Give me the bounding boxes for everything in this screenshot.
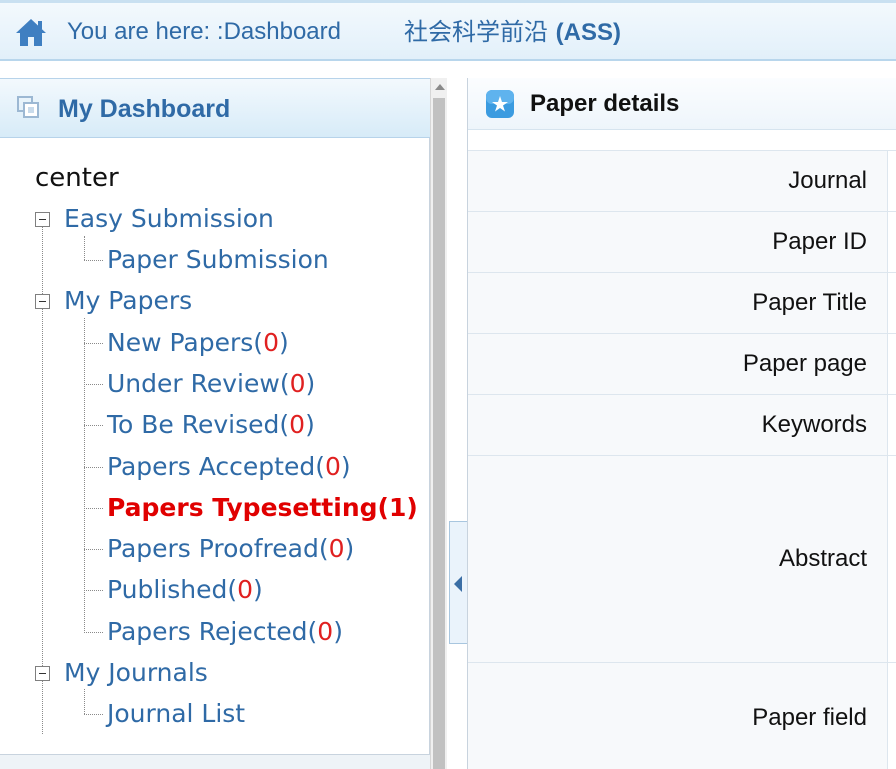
scroll-thumb[interactable]: [433, 98, 445, 769]
collapse-my-papers-toggle[interactable]: [35, 294, 50, 309]
paper-details-title: Paper details: [530, 90, 680, 117]
item-label: Papers Accepted(: [107, 452, 325, 481]
tree-connector: [84, 467, 103, 468]
dashboard-footer: [0, 754, 430, 769]
detail-label: Journal: [788, 167, 867, 194]
tree-item-published[interactable]: Published(0): [107, 572, 263, 608]
detail-value: [887, 212, 896, 272]
tree-group-my-journals[interactable]: My Journals: [64, 655, 208, 691]
item-count: 0: [317, 617, 334, 646]
tree-item-papers-proofread[interactable]: Papers Proofread(0): [107, 531, 354, 567]
tree-connector: [84, 549, 103, 550]
detail-label: Paper page: [742, 350, 867, 377]
tree-item-papers-typesetting[interactable]: Papers Typesetting(1): [107, 490, 418, 526]
tree-connector: [84, 508, 103, 509]
paper-details-header: Paper details: [468, 78, 896, 130]
item-suffix: ): [333, 617, 343, 646]
detail-label: Paper ID: [772, 228, 867, 255]
detail-value: [887, 395, 896, 455]
item-suffix: ): [340, 452, 351, 481]
detail-row-paper-page: Paper page: [468, 334, 896, 395]
detail-label: Keywords: [761, 411, 867, 438]
tree-connector: [84, 236, 85, 260]
tree-scrollbar[interactable]: [430, 78, 447, 769]
tree-root: center: [35, 163, 119, 193]
collapse-panel-button[interactable]: [449, 521, 468, 644]
collapse-easy-submission-toggle[interactable]: [35, 212, 50, 227]
detail-label: Paper field: [752, 703, 867, 731]
detail-row-journal: Journal: [468, 151, 896, 212]
panel-splitter: [447, 78, 467, 769]
paper-details-panel: Paper details Journal Paper ID Paper Tit…: [467, 78, 896, 769]
tree-connector: [84, 318, 85, 633]
detail-value: [887, 663, 896, 769]
breadcrumb-location: You are here: :Dashboard: [67, 18, 341, 45]
dashboard-title: My Dashboard: [58, 95, 231, 123]
tree-item-paper-submission[interactable]: Paper Submission: [107, 242, 329, 278]
tree-connector: [84, 343, 103, 344]
item-count: 0: [324, 452, 341, 481]
dashboard-icon: [17, 96, 39, 118]
detail-row-paper-field: Paper field: [468, 663, 896, 769]
item-suffix: ): [253, 575, 263, 604]
tree-connector: [84, 590, 103, 591]
item-label: Under Review(: [107, 369, 290, 398]
tree-connector: [84, 260, 103, 261]
tree-item-under-review[interactable]: Under Review(0): [107, 366, 315, 402]
item-count: 0: [237, 575, 254, 604]
item-label: New Papers(: [107, 328, 264, 357]
collapse-left-icon: [454, 576, 462, 592]
tree-connector: [84, 384, 103, 385]
site-name-cn: 社会科学前沿: [404, 18, 556, 46]
home-icon[interactable]: [15, 17, 47, 47]
detail-row-paper-title: Paper Title: [468, 273, 896, 334]
tree-item-journal-list[interactable]: Journal List: [107, 696, 245, 732]
star-icon: [486, 90, 514, 118]
item-suffix: ): [305, 410, 315, 439]
detail-row-abstract: Abstract: [468, 456, 896, 663]
tree-connector: [84, 425, 103, 426]
scroll-up-icon[interactable]: [435, 84, 445, 90]
breadcrumb-bar: You are here: :Dashboard 社会科学前沿 (ASS): [0, 0, 896, 61]
spacer: [0, 61, 896, 78]
detail-value: [887, 334, 896, 394]
paper-details-table: Journal Paper ID Paper Title Paper page …: [468, 150, 896, 769]
navigation-tree: center Easy Submission Paper Submission …: [0, 138, 430, 769]
item-count: 0: [289, 410, 306, 439]
detail-row-keywords: Keywords: [468, 395, 896, 456]
item-label: Papers Rejected(: [107, 617, 318, 646]
tree-item-to-be-revised[interactable]: To Be Revised(0): [107, 407, 315, 443]
tree-item-papers-accepted[interactable]: Papers Accepted(0): [107, 449, 351, 485]
item-suffix: ): [344, 534, 355, 563]
breadcrumb-site-name[interactable]: 社会科学前沿 (ASS): [404, 17, 621, 47]
detail-value: [887, 456, 896, 662]
item-count: 1: [388, 493, 407, 522]
tree-group-easy-submission[interactable]: Easy Submission: [64, 201, 274, 237]
item-suffix: ): [278, 328, 289, 357]
tree-item-papers-rejected[interactable]: Papers Rejected(0): [107, 614, 343, 650]
detail-value: [887, 151, 896, 211]
tree-item-new-papers[interactable]: New Papers(0): [107, 325, 289, 361]
item-count: 0: [328, 534, 345, 563]
dashboard-panel: My Dashboard center Easy Submission Pape…: [0, 78, 430, 769]
tree-group-my-papers[interactable]: My Papers: [64, 283, 192, 319]
site-name-abbr: (ASS): [555, 19, 621, 46]
dashboard-header: My Dashboard: [0, 78, 430, 138]
item-label: To Be Revised(: [107, 410, 290, 439]
item-suffix: ): [406, 493, 418, 522]
tree-connector: [84, 689, 85, 714]
item-count: 0: [263, 328, 279, 357]
detail-row-paper-id: Paper ID: [468, 212, 896, 273]
detail-value: [887, 273, 896, 333]
detail-label: Paper Title: [752, 289, 867, 316]
item-label: Papers Typesetting(: [107, 493, 389, 522]
item-suffix: ): [305, 369, 316, 398]
collapse-my-journals-toggle[interactable]: [35, 666, 50, 681]
detail-label: Abstract: [778, 545, 867, 572]
tree-connector: [84, 632, 103, 633]
tree-connector: [84, 714, 103, 715]
item-count: 0: [289, 369, 306, 398]
item-label: Papers Proofread(: [107, 534, 329, 563]
item-label: Published(: [107, 575, 238, 604]
